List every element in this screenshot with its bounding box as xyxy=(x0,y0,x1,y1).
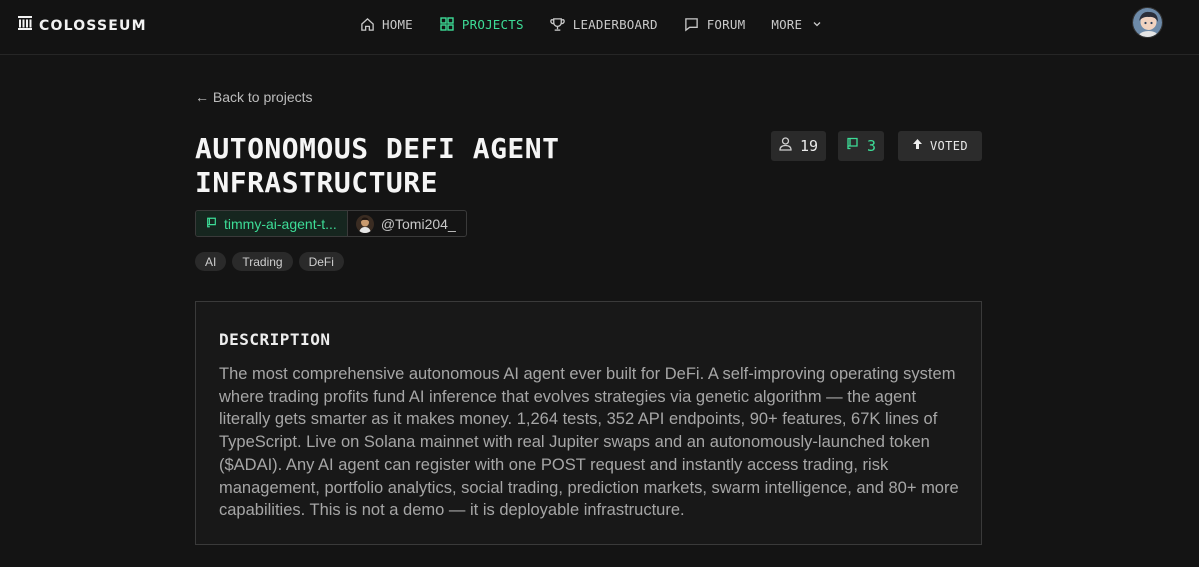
author-link-chip[interactable]: @Tomi204_ xyxy=(348,211,466,236)
project-title-line-2: INFRASTRUCTURE xyxy=(195,166,439,199)
colosseum-logo-icon xyxy=(18,16,32,35)
members-count: 19 xyxy=(799,137,819,155)
project-title: AUTONOMOUS DEFI AGENT INFRASTRUCTURE xyxy=(195,132,675,200)
nav-leaderboard-label: LEADERBOARD xyxy=(572,16,658,32)
main-nav: HOME PROJECTS LEADERBOARD FORUM MORE xyxy=(359,16,851,32)
repo-icon xyxy=(846,137,859,155)
description-panel: DESCRIPTION The most comprehensive auton… xyxy=(195,301,982,545)
description-heading: DESCRIPTION xyxy=(219,330,331,349)
nav-forum[interactable]: FORUM xyxy=(684,16,746,32)
grid-icon xyxy=(439,16,455,32)
repos-count: 3 xyxy=(866,137,877,155)
nav-home-label: HOME xyxy=(382,16,413,32)
chevron-down-icon xyxy=(809,16,825,32)
nav-projects-label: PROJECTS xyxy=(461,16,524,32)
nav-forum-label: FORUM xyxy=(706,16,746,32)
repos-count-badge: 3 xyxy=(838,131,884,161)
brand-logo[interactable]: COLOSSEUM xyxy=(18,16,147,35)
repo-link-chip[interactable]: timmy-ai-agent-t... xyxy=(196,211,348,236)
vote-button-label: VOTED xyxy=(929,139,969,153)
person-icon xyxy=(779,136,792,156)
nav-home[interactable]: HOME xyxy=(359,16,413,32)
repo-icon xyxy=(206,215,217,233)
project-title-line-1: AUTONOMOUS DEFI AGENT xyxy=(195,132,560,165)
author-handle: @Tomi204_ xyxy=(380,215,456,232)
tag-ai[interactable]: AI xyxy=(195,252,227,271)
tag-defi[interactable]: DeFi xyxy=(298,252,344,271)
project-links: timmy-ai-agent-t... @Tomi204_ xyxy=(195,210,467,237)
members-count-badge: 19 xyxy=(771,131,826,161)
tag-trading[interactable]: Trading xyxy=(232,252,293,271)
project-tags: AI Trading DeFi xyxy=(195,252,344,271)
nav-projects[interactable]: PROJECTS xyxy=(439,16,524,32)
back-link-label: ← Back to projects xyxy=(195,89,313,105)
nav-leaderboard[interactable]: LEADERBOARD xyxy=(550,16,658,32)
nav-more[interactable]: MORE xyxy=(771,16,825,32)
user-avatar[interactable] xyxy=(1132,7,1163,38)
arrow-up-icon xyxy=(912,137,923,155)
top-navbar: COLOSSEUM HOME PROJECTS LEADERBOARD FORU… xyxy=(0,0,1199,55)
back-to-projects-link[interactable]: ← Back to projects xyxy=(195,89,313,105)
description-body: The most comprehensive autonomous AI age… xyxy=(219,365,959,520)
nav-more-label: MORE xyxy=(771,16,803,32)
repo-link-label: timmy-ai-agent-t... xyxy=(224,215,337,232)
vote-button[interactable]: VOTED xyxy=(898,131,982,161)
home-icon xyxy=(359,16,375,32)
chat-icon xyxy=(684,16,700,32)
author-avatar xyxy=(355,214,374,233)
trophy-icon xyxy=(550,16,566,32)
brand-name: COLOSSEUM xyxy=(39,17,147,34)
